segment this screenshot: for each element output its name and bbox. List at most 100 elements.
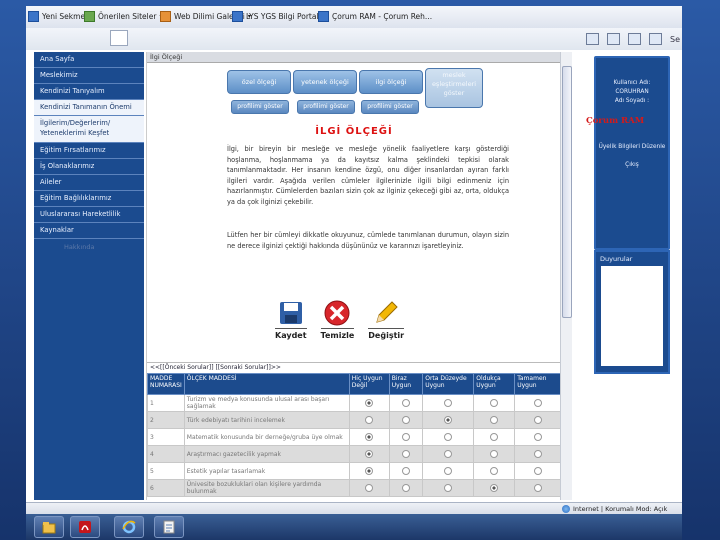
instruction-paragraph: Lütfen her bir cümleyi dikkatle okuyunuz… (227, 231, 509, 250)
choice-cell (348, 462, 390, 480)
item-number: 2 (147, 411, 185, 429)
nav-item[interactable]: Eğitim Fırsatlarımız (34, 143, 144, 159)
ilgi-olcegi-button[interactable]: ilgi ölçeği (359, 70, 423, 94)
edit-button[interactable]: Değiştir (368, 300, 405, 340)
choice-radio[interactable] (533, 450, 542, 458)
choice-radio[interactable] (533, 433, 542, 441)
print-icon[interactable] (649, 33, 662, 45)
status-bar: Internet | Korumalı Mod: Açık (26, 502, 682, 514)
nav-item[interactable]: İlgilerim/Değerlerim/ Yeteneklerimi Keşf… (34, 116, 144, 143)
choice-radio[interactable] (365, 433, 374, 441)
nav-faded-item: Hakkında (64, 243, 95, 251)
choice-cell (422, 394, 475, 412)
globe-icon (562, 505, 570, 513)
page-title: İLGİ ÖLÇEĞİ (315, 126, 393, 137)
profile-button[interactable]: profilimi göster (231, 100, 289, 114)
table-header-row: MADDE NUMARASI ÖLÇEK MADDESİ Hiç Uygun D… (147, 373, 561, 395)
choice-radio[interactable] (365, 416, 374, 424)
taskbar-acrobat-button[interactable] (70, 516, 100, 538)
new-tab-button[interactable] (110, 30, 128, 46)
choice-radio[interactable] (401, 433, 410, 441)
choice-radio[interactable] (401, 416, 410, 424)
brand-logo: Çorum RAM (586, 116, 645, 126)
choice-radio[interactable] (365, 467, 374, 475)
nav-item[interactable]: Eğitim Bağlılıklarımız (34, 191, 144, 207)
favorite-yeni-sekme[interactable]: Yeni Sekme (28, 11, 85, 22)
item-text: Matematik konusunda bir derneğe/gruba üy… (183, 428, 350, 446)
browser-window: Yeni Sekme Önerilen Siteler ▾ Web Dilimi… (26, 6, 682, 514)
nav-item[interactable]: Kendinizi Tanıyalım (34, 84, 144, 100)
choice-radio[interactable] (490, 416, 499, 424)
meslek-eslestirme-button[interactable]: meslek eşleştirmeleri göster (425, 68, 483, 108)
choice-cell (422, 462, 475, 480)
profile-button[interactable]: profilimi göster (297, 100, 355, 114)
choice-radio[interactable] (490, 484, 499, 492)
choice-cell (348, 445, 390, 463)
choice-radio[interactable] (444, 399, 453, 407)
table-row: 1 Turizm ve medya konusunda ulusal arası … (147, 394, 561, 412)
choice-radio[interactable] (401, 467, 410, 475)
home-icon[interactable] (586, 33, 599, 45)
choice-radio[interactable] (533, 416, 542, 424)
nav-item[interactable]: Kendinizi Tanımanın Önemi (34, 100, 144, 116)
choice-radio[interactable] (533, 399, 542, 407)
choice-radio[interactable] (365, 399, 374, 407)
nav-item[interactable]: Meslekimiz (34, 68, 144, 84)
column-header: Tamamen Uygun (514, 373, 561, 395)
page-icon (232, 11, 243, 22)
taskbar-explorer-button[interactable] (34, 516, 64, 538)
choice-radio[interactable] (490, 399, 499, 407)
clear-button[interactable]: Temizle (320, 300, 355, 340)
web-slice-icon (160, 11, 171, 22)
logout-link[interactable]: Çıkış (596, 162, 668, 168)
choice-radio[interactable] (490, 450, 499, 458)
profile-button[interactable]: profilimi göster (361, 100, 419, 114)
security-zone[interactable]: Internet | Korumalı Mod: Açık (562, 503, 667, 514)
taskbar-notepad-button[interactable] (154, 516, 184, 538)
choice-radio[interactable] (401, 399, 410, 407)
favorite-onerilen-siteler[interactable]: Önerilen Siteler ▾ (84, 11, 162, 22)
tab-icon (28, 11, 39, 22)
column-header: ÖLÇEK MADDESİ (183, 373, 350, 395)
choice-radio[interactable] (444, 433, 453, 441)
choice-radio[interactable] (365, 450, 374, 458)
delete-x-icon (324, 300, 350, 326)
choice-radio[interactable] (490, 467, 499, 475)
choice-radio[interactable] (401, 450, 410, 458)
command-tail[interactable]: Se (670, 35, 680, 44)
clear-label: Temizle (320, 328, 355, 340)
choice-cell (388, 428, 424, 446)
favorite-lys-ygs[interactable]: LYS YGS Bilgi Portalı (232, 11, 321, 22)
taskbar (26, 514, 682, 540)
choice-radio[interactable] (533, 467, 542, 475)
feeds-icon[interactable] (607, 33, 620, 45)
choice-radio[interactable] (490, 433, 499, 441)
favorites-bar: Yeni Sekme Önerilen Siteler ▾ Web Dilimi… (26, 6, 682, 29)
scrollbar-thumb[interactable] (562, 66, 572, 318)
nav-item[interactable]: Kaynaklar (34, 223, 144, 239)
choice-radio[interactable] (401, 484, 410, 492)
choice-radio[interactable] (444, 484, 453, 492)
nav-item[interactable]: Aileler (34, 175, 144, 191)
nav-item[interactable]: İş Olanaklarımız (34, 159, 144, 175)
page-scrollbar[interactable] (560, 52, 572, 500)
choice-radio[interactable] (365, 484, 374, 492)
edit-profile-link[interactable]: Üyelik Bilgileri Düzenle (596, 144, 668, 150)
internet-explorer-icon (122, 520, 136, 534)
choice-cell (422, 411, 475, 429)
ozel-olcegi-button[interactable]: özel ölçeği (227, 70, 291, 94)
mail-icon[interactable] (628, 33, 641, 45)
yetenek-olcegi-button[interactable]: yetenek ölçeği (293, 70, 357, 94)
save-button[interactable]: Kaydet (275, 300, 307, 340)
nav-item[interactable]: Ana Sayfa (34, 52, 144, 68)
choice-radio[interactable] (444, 467, 453, 475)
choice-radio[interactable] (444, 450, 453, 458)
nav-item[interactable]: Uluslararası Hareketlilik (34, 207, 144, 223)
choice-radio[interactable] (444, 416, 453, 424)
status-text: Internet | Korumalı Mod: Açık (573, 505, 668, 513)
favorite-corum-ram[interactable]: Çorum RAM - Çorum Reh... (318, 11, 432, 22)
table-row: 5 Estetik yapılar tasarlamak (147, 462, 561, 480)
taskbar-ie-button[interactable] (114, 516, 144, 538)
choice-radio[interactable] (533, 484, 542, 492)
choice-cell (514, 394, 561, 412)
